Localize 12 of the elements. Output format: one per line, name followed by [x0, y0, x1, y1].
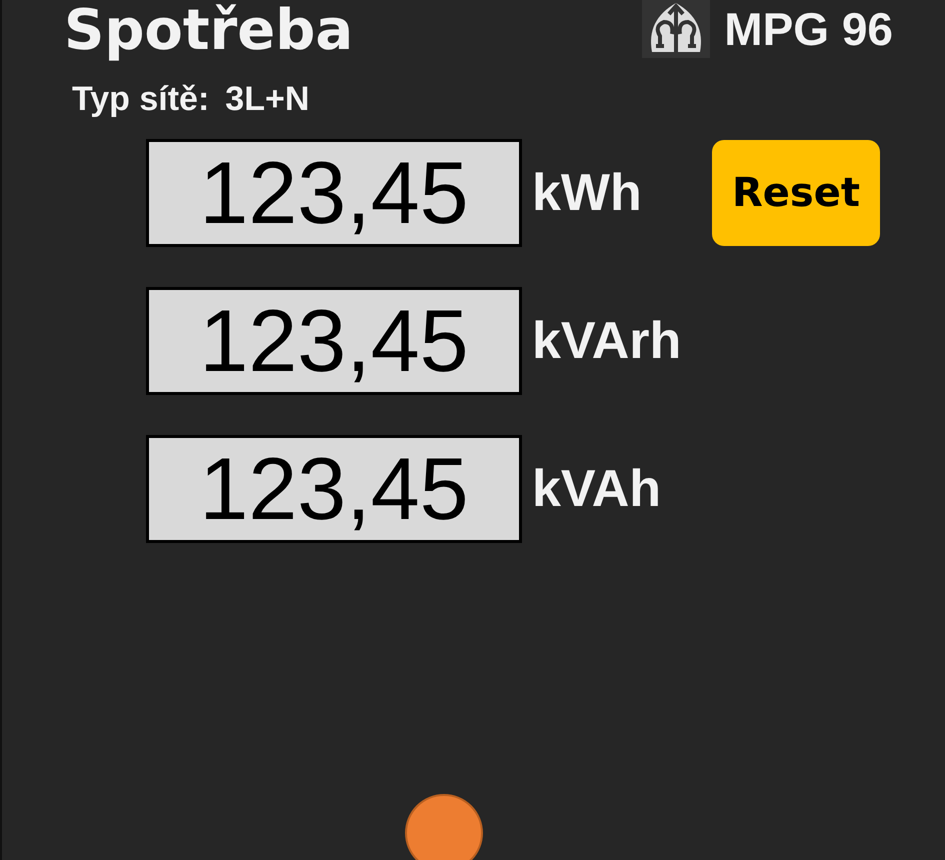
model-name: MPG 96: [724, 2, 893, 56]
reset-button[interactable]: Reset: [712, 140, 880, 246]
reading-display: 123,45: [146, 287, 522, 395]
unit-label: kVArh: [532, 311, 682, 371]
unit-label: kWh: [532, 163, 643, 223]
logo-icon: [642, 0, 710, 58]
reading-display: 123,45: [146, 435, 522, 543]
network-type-label: Typ sítě:: [72, 80, 210, 119]
unit-label: kVAh: [532, 459, 662, 519]
reading-display: 123,45: [146, 139, 522, 247]
page-title: Spotřeba: [64, 0, 354, 62]
network-type-value: 3L+N: [225, 80, 310, 119]
